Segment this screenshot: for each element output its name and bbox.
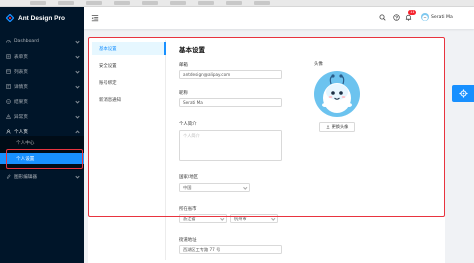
chevron-down-icon (219, 216, 224, 221)
chevron-down-icon (270, 216, 275, 221)
sidebar-item-label: 列表页 (14, 69, 28, 75)
sidebar-item-result[interactable]: 结果页 (0, 96, 84, 107)
setting-drawer-handle[interactable] (452, 85, 474, 102)
user-avatar[interactable] (421, 13, 429, 21)
sidebar-item-form[interactable]: 表单页 (0, 51, 84, 62)
top-header: 11 Serati Ma (84, 7, 474, 29)
notification-count-badge: 11 (408, 10, 417, 15)
chevron-down-icon (75, 84, 80, 89)
app-logo[interactable]: Ant Design Pro (6, 12, 65, 24)
sidebar-item-label: 详情页 (14, 84, 28, 90)
sidebar-item-profile[interactable]: 详情页 (0, 81, 84, 92)
profile-icon (6, 84, 11, 89)
address-label: 街道地址 (179, 238, 197, 243)
sidebar-item-list[interactable]: 列表页 (0, 66, 84, 77)
dashboard-icon (6, 40, 11, 43)
chevron-down-icon (75, 39, 80, 44)
highlight-icon (6, 174, 11, 179)
chevron-down-icon (75, 114, 80, 119)
browser-bookmarks-bar (0, 0, 474, 7)
table-icon (6, 69, 11, 74)
gear-icon (458, 89, 468, 98)
menu-fold-icon[interactable] (91, 14, 99, 22)
bookmark[interactable] (170, 1, 186, 5)
question-icon[interactable] (393, 14, 400, 21)
bookmark[interactable] (86, 1, 102, 5)
avatar-image (422, 15, 428, 21)
bookmark[interactable] (114, 1, 130, 5)
bell-icon[interactable] (405, 14, 412, 21)
sidebar-item-label: 图形编辑器 (14, 174, 37, 180)
user-name[interactable]: Serati Ma (431, 14, 453, 21)
bookmark[interactable] (254, 1, 270, 5)
annotation-highlight-box (88, 37, 445, 217)
chevron-down-icon (75, 99, 80, 104)
sidebar-subitem-account-center[interactable]: 个人中心 (0, 137, 84, 148)
sidebar-item-label: 表单页 (14, 54, 28, 60)
sidebar-item-label: 个人页 (14, 129, 28, 135)
sidebar-item-dashboard[interactable]: Dashboard (0, 36, 84, 47)
logo-text: Ant Design Pro (18, 14, 65, 22)
bookmark[interactable] (30, 1, 46, 5)
chevron-up-icon (75, 130, 80, 135)
address-field[interactable]: 西湖区工专路 77 号 (179, 245, 282, 254)
bookmark[interactable] (58, 1, 74, 5)
sidebar-subitem-label: 个人中心 (16, 140, 35, 146)
sidebar: Ant Design Pro Dashboard 表单页 列表页 详情页 结果页… (0, 7, 84, 263)
search-icon[interactable] (379, 14, 386, 21)
sidebar-item-exception[interactable]: 异常页 (0, 111, 84, 122)
bookmark[interactable] (142, 1, 158, 5)
chevron-down-icon (75, 54, 80, 59)
bookmark[interactable] (198, 1, 214, 5)
sidebar-item-label: Dashboard (14, 39, 39, 44)
user-icon (6, 129, 11, 134)
sidebar-item-label: 异常页 (14, 114, 28, 120)
ant-design-logo-icon (6, 14, 14, 22)
sidebar-item-editor[interactable]: 图形编辑器 (0, 171, 84, 182)
chevron-down-icon (75, 174, 80, 179)
annotation-highlight-box (6, 149, 83, 169)
warning-icon (6, 114, 11, 119)
chevron-down-icon (75, 69, 80, 74)
check-circle-icon (6, 99, 11, 104)
sidebar-item-label: 结果页 (14, 99, 28, 105)
form-icon (6, 54, 11, 59)
bookmark[interactable] (226, 1, 242, 5)
